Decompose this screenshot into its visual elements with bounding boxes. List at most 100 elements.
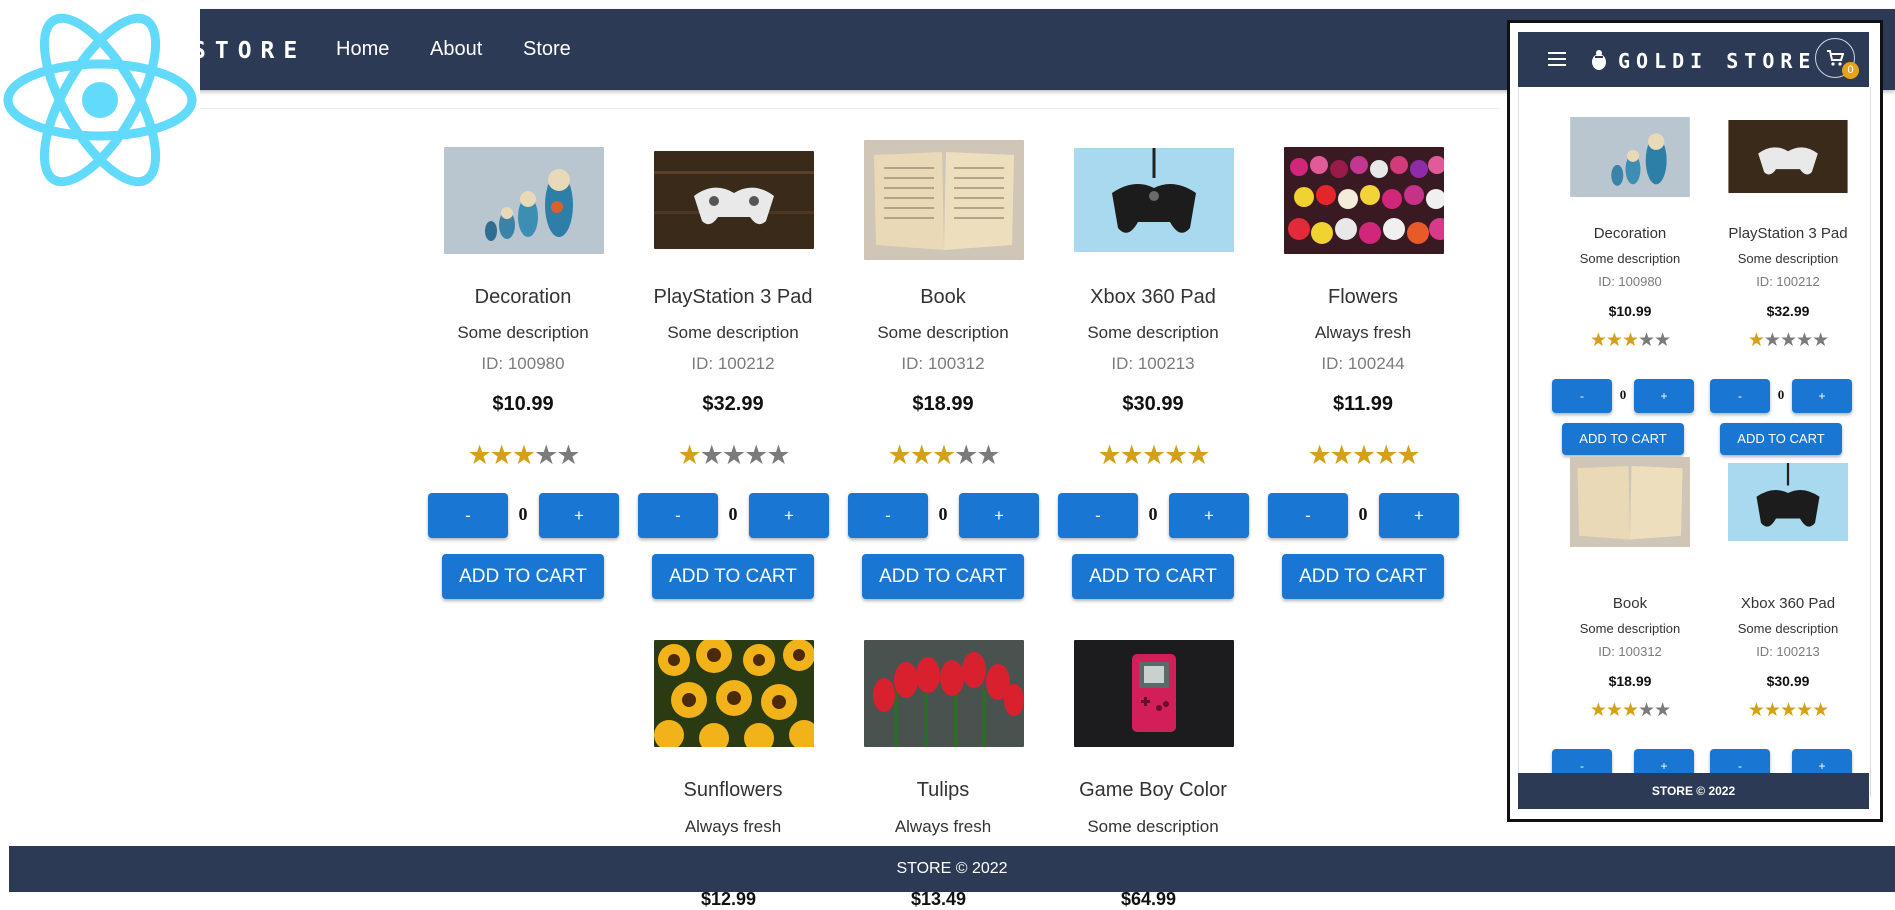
star-icon: ★ [1119,440,1144,470]
star-icon: ★ [677,440,701,470]
increment-button[interactable]: + [1169,493,1249,538]
star-icon: ★ [1164,440,1188,470]
add-to-cart-button[interactable]: ADD TO CART [1282,554,1444,599]
rating-stars: ★★★★★ [1058,440,1248,471]
product-title: Game Boy Color [1079,779,1227,801]
product-id: ID: 100244 [1321,354,1405,373]
product-price: $30.99 [1766,673,1810,689]
star-icon: ★ [931,440,956,470]
nav-about-link[interactable]: About [430,38,482,61]
star-icon: ★ [1812,330,1829,351]
quantity-value: 0 [1619,387,1627,402]
product-description: Some description [1737,621,1839,636]
star-icon: ★ [1097,440,1121,470]
increment-button[interactable]: + [1634,379,1694,413]
decrement-button[interactable]: - [638,493,718,538]
decrement-button[interactable]: - [1268,493,1348,538]
decrement-button[interactable]: - [1710,379,1770,413]
increment-button[interactable]: + [1379,493,1459,538]
cart-count-badge: 0 [1842,62,1859,79]
product-price: $18.99 [912,393,974,415]
star-icon: ★ [744,440,768,470]
product-image-ps3-pad [1728,120,1848,193]
product-price: $18.99 [1608,673,1652,689]
add-to-cart-button[interactable]: ADD TO CART [652,554,814,599]
star-icon: ★ [1396,440,1420,470]
star-icon: ★ [1605,330,1623,351]
product-id: ID: 100212 [1756,274,1820,289]
product-title: PlayStation 3 Pad [1728,225,1848,242]
add-to-cart-button[interactable]: ADD TO CART [1720,423,1842,455]
product-id: ID: 100980 [481,354,565,373]
product-description: Some description [667,323,799,342]
brand-title: STORE [192,38,307,64]
star-icon: ★ [766,440,790,470]
product-title: Book [1612,595,1648,612]
star-icon: ★ [954,440,978,470]
product-price: $32.99 [702,393,764,415]
product-title: Xbox 360 Pad [1740,595,1836,612]
product-description: Always fresh [894,817,992,836]
product-title: Decoration [1593,225,1667,242]
star-icon: ★ [1621,330,1639,351]
decrement-button[interactable]: - [848,493,928,538]
menu-icon[interactable] [1548,51,1566,67]
star-icon: ★ [1779,330,1797,351]
mobile-footer: STORE © 2022 [1518,773,1869,809]
add-to-cart-button[interactable]: ADD TO CART [862,554,1024,599]
increment-button[interactable]: + [539,493,619,538]
product-price: $12.99 [701,889,757,909]
product-id: ID: 100980 [1598,274,1662,289]
add-to-cart-button[interactable]: ADD TO CART [1562,423,1684,455]
product-title: Book [920,286,966,308]
product-description: Some description [1737,251,1839,266]
nav-store-link[interactable]: Store [523,38,571,61]
star-icon: ★ [1605,700,1623,721]
rating-stars: ★★★★★ [428,440,618,471]
star-icon: ★ [1186,440,1210,470]
star-icon: ★ [489,440,514,470]
star-icon: ★ [511,440,536,470]
product-title: PlayStation 3 Pad [653,286,813,308]
quantity-value: 0 [518,504,528,524]
star-icon: ★ [1796,330,1813,351]
star-icon: ★ [699,440,724,470]
nav-home-link[interactable]: Home [336,38,389,61]
star-icon: ★ [1329,440,1354,470]
product-description: Some description [457,323,589,342]
rating-stars: ★★★★★ [638,440,828,471]
star-icon: ★ [1747,700,1765,721]
product-description: Some description [1087,323,1219,342]
product-id: ID: 100312 [901,354,985,373]
star-icon: ★ [556,440,580,470]
star-icon: ★ [1654,700,1671,721]
add-to-cart-button[interactable]: ADD TO CART [1072,554,1234,599]
increment-button[interactable]: + [749,493,829,538]
decrement-button[interactable]: - [1552,379,1612,413]
product-image-ps3-pad [654,151,814,249]
product-description: Some description [1579,621,1681,636]
star-icon: ★ [909,440,934,470]
product-image-xbox-pad [1074,148,1234,252]
cart-button[interactable]: 0 [1815,38,1859,79]
increment-button[interactable]: + [1792,379,1852,413]
add-to-cart-button[interactable]: ADD TO CART [442,554,604,599]
decrement-button[interactable]: - [1058,493,1138,538]
product-image-flowers [1284,147,1444,254]
product-id: ID: 100213 [1111,354,1195,373]
increment-button[interactable]: + [959,493,1039,538]
footer: STORE © 2022 [9,846,1895,892]
decrement-button[interactable]: - [428,493,508,538]
product-image-tulips [864,640,1024,747]
star-icon: ★ [1796,700,1813,721]
product-image-book [1570,457,1690,547]
shopping-cart-icon [1827,50,1844,66]
star-icon: ★ [1779,700,1797,721]
product-image-xbox-pad [1728,463,1848,541]
star-icon: ★ [1747,330,1765,351]
star-icon: ★ [1141,440,1166,470]
rating-stars: ★★★★★ [1710,329,1866,352]
star-icon: ★ [1307,440,1331,470]
product-image-book [864,140,1024,260]
product-id: ID: 100312 [1598,644,1662,659]
